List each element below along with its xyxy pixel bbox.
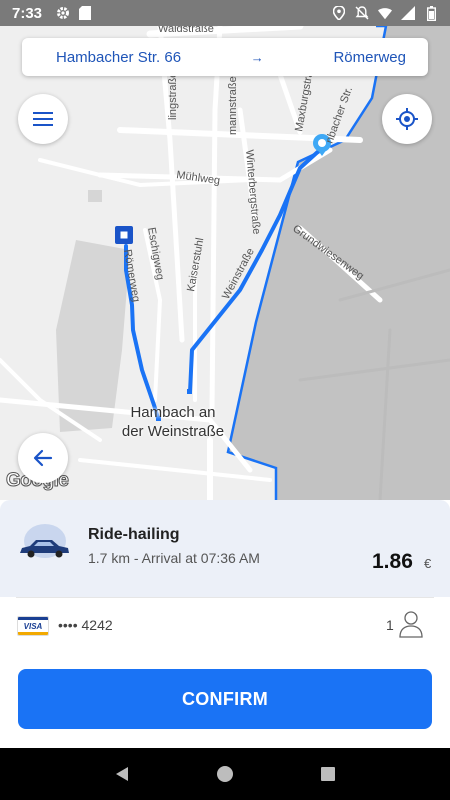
payment-row[interactable]: VISA •••• 4242 1 (0, 606, 450, 646)
app-screen: 7:33 Waldstraße lingstraße mannstraße Ma… (0, 0, 450, 800)
back-icon[interactable] (107, 759, 137, 789)
crosshair-icon (396, 108, 418, 130)
confirm-button[interactable]: CONFIRM (18, 669, 432, 729)
system-nav-bar (0, 748, 450, 800)
signal-icon (401, 6, 415, 20)
wifi-icon (378, 6, 392, 20)
battery-icon (424, 5, 438, 21)
ride-currency: € (424, 556, 432, 571)
route-origin[interactable]: Hambacher Str. 66 (56, 49, 181, 66)
gear-icon (56, 6, 70, 20)
route-bar[interactable]: Hambacher Str. 66 → Römerweg (22, 38, 428, 76)
street-label-waldstrasse: Waldstraße (158, 26, 214, 35)
back-button[interactable] (18, 433, 68, 483)
hamburger-menu-icon (33, 112, 53, 126)
ride-title: Ride-hailing (88, 526, 180, 543)
person-icon[interactable] (399, 610, 423, 638)
arrow-left-icon (33, 449, 53, 467)
status-time: 7:33 (12, 4, 43, 22)
route-arrow-icon: → (250, 49, 264, 65)
my-location-button[interactable] (382, 94, 432, 144)
home-icon[interactable] (210, 759, 240, 789)
street-label-kaiserstuhl: Kaiserstuhl (185, 237, 206, 293)
building (88, 190, 102, 202)
ride-option-card[interactable] (0, 500, 450, 597)
location-icon (332, 6, 346, 20)
divider (16, 597, 434, 598)
passenger-count[interactable]: 1 (386, 617, 394, 633)
town-label: Hambach an der Weinstraße (118, 403, 228, 441)
street-label-winterbergstrasse: Winterbergstraße (243, 149, 262, 235)
street-label-lingstrasse: lingstraße (167, 72, 179, 120)
car-icon (20, 524, 69, 558)
street-label-mannstrasse: mannstraße (227, 76, 239, 135)
route-dot (187, 389, 192, 394)
town-label-line2: der Weinstraße (121, 423, 225, 440)
status-bar: 7:33 (0, 0, 450, 26)
ride-subtitle: 1.7 km - Arrival at 07:36 AM (88, 550, 260, 566)
recents-icon[interactable] (313, 759, 343, 789)
visa-card-icon[interactable]: VISA (17, 616, 49, 636)
destination-pin-icon[interactable] (115, 226, 133, 244)
ride-price: 1.86 (372, 550, 413, 573)
notifications-off-icon (355, 6, 369, 20)
card-number[interactable]: •••• 4242 (58, 617, 113, 633)
sd-card-icon (78, 6, 92, 20)
menu-button[interactable] (18, 94, 68, 144)
route-destination[interactable]: Römerweg (333, 49, 406, 66)
town-label-line1: Hambach an (130, 404, 216, 421)
